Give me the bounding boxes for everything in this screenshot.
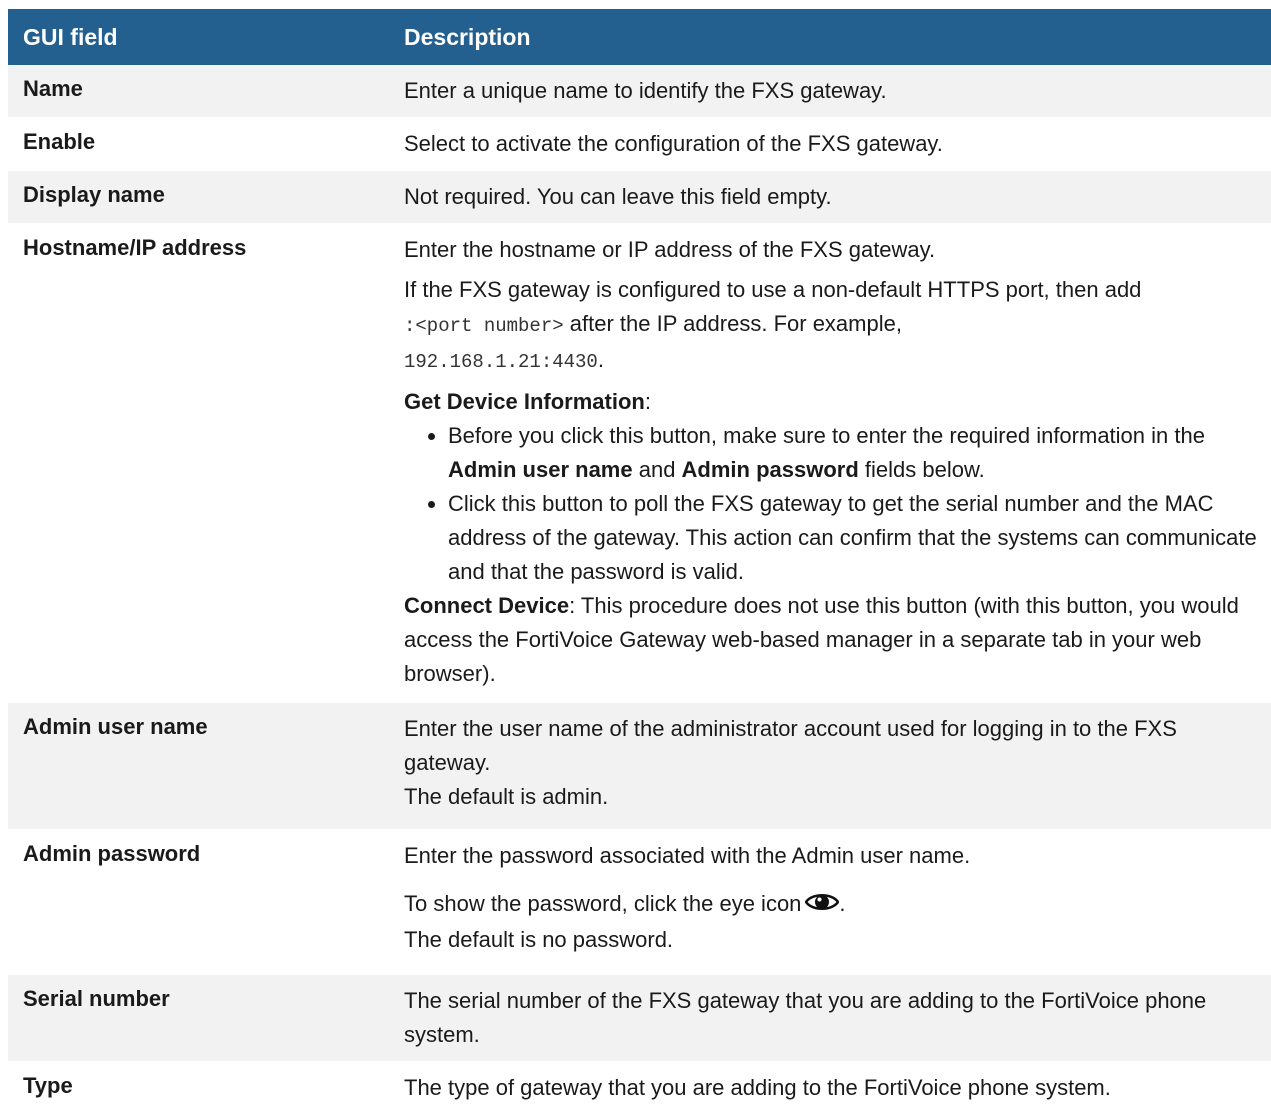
description-text: If the FXS gateway is configured to use … (404, 277, 1142, 373)
code-port-number: :<port number> (404, 315, 564, 337)
table-header: GUI field Description (8, 9, 1271, 65)
description-text: Enter a unique name to identify the FXS … (404, 78, 887, 103)
description-text: Not required. You can leave this field e… (404, 184, 832, 209)
table-row: Name Enter a unique name to identify the… (8, 65, 1271, 118)
description-text: Select to activate the configuration of … (404, 131, 943, 156)
description-text: The serial number of the FXS gateway tha… (404, 988, 1207, 1047)
connect-device-text: Connect Device: This procedure does not … (404, 593, 1239, 686)
description-text: The default is no password. (404, 927, 674, 952)
field-description: The serial number of the FXS gateway tha… (404, 975, 1271, 1061)
description-text: The type of gateway that you are adding … (404, 1075, 1111, 1100)
field-name: Hostname/IP address (23, 235, 247, 260)
field-name: Enable (23, 129, 96, 154)
field-name: Admin user name (23, 714, 208, 739)
description-text: To show the password, click the eye icon… (404, 887, 1261, 923)
eye-icon (804, 889, 840, 923)
table-row: Hostname/IP address Enter the hostname o… (8, 224, 1271, 703)
header-description: Description (404, 23, 531, 50)
table-row: Admin user name Enter the user name of t… (8, 703, 1271, 830)
field-name: Admin password (23, 841, 201, 866)
field-name: Display name (23, 182, 165, 207)
table-row: Type The type of gateway that you are ad… (8, 1062, 1271, 1115)
list-item: Click this button to poll the FXS gatewa… (448, 487, 1261, 589)
field-name: Type (23, 1073, 73, 1098)
field-description: Select to activate the configuration of … (404, 118, 1271, 170)
field-description: Enter a unique name to identify the FXS … (404, 65, 1271, 117)
field-name: Name (23, 76, 83, 101)
field-name: Serial number (23, 986, 170, 1011)
field-description: Enter the password associated with the A… (404, 830, 1271, 974)
code-example-address: 192.168.1.21:4430 (404, 351, 598, 373)
table-row: Serial number The serial number of the F… (8, 975, 1271, 1062)
description-text: Enter the password associated with the A… (404, 843, 971, 868)
field-description: Enter the user name of the administrator… (404, 703, 1271, 829)
description-text: Enter the user name of the administrator… (404, 716, 1177, 775)
gui-field-table: GUI field Description Name Enter a uniqu… (8, 9, 1271, 1115)
get-device-info-heading: Get Device Information: (404, 389, 651, 414)
table-row: Enable Select to activate the configurat… (8, 118, 1271, 171)
table-row: Display name Not required. You can leave… (8, 171, 1271, 224)
description-text: Enter the hostname or IP address of the … (404, 237, 936, 262)
table-row: Admin password Enter the password associ… (8, 830, 1271, 975)
get-device-info-list: Before you click this button, make sure … (404, 419, 1261, 589)
field-description: Enter the hostname or IP address of the … (404, 224, 1271, 702)
field-description: Not required. You can leave this field e… (404, 171, 1271, 223)
description-text: The default is admin. (404, 784, 609, 809)
header-gui-field: GUI field (23, 23, 118, 50)
list-item: Before you click this button, make sure … (448, 419, 1261, 487)
field-description: The type of gateway that you are adding … (404, 1062, 1271, 1114)
